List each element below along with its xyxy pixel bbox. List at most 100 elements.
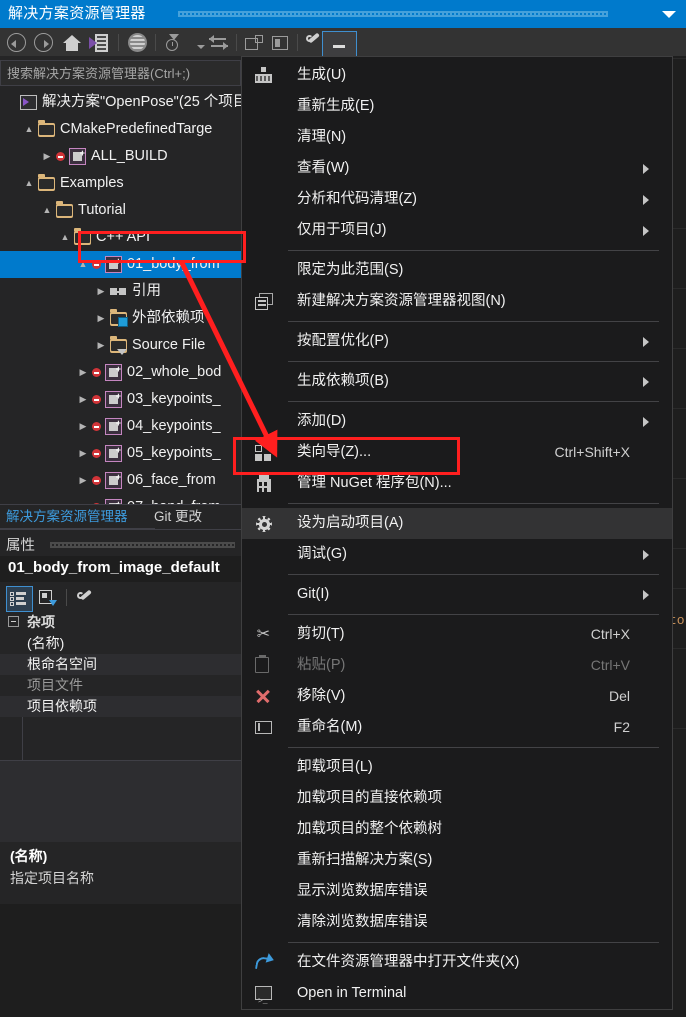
properties-object-name-row[interactable]: 01_body_from_image_default [0, 556, 241, 583]
tree-item-label: Tutorial [78, 202, 126, 218]
menu-item[interactable]: Open in Terminal [242, 978, 672, 1017]
menu-item[interactable]: 加载项目的整个依赖树 [242, 814, 672, 845]
tree-item[interactable]: ▶ +05_keypoints_ [0, 440, 241, 467]
tree-twisty-icon[interactable]: ▶ [94, 332, 108, 359]
tree-twisty-icon[interactable]: ▶ [76, 494, 90, 504]
panel-tab-strip: 解决方案资源管理器 Git 更改 [0, 504, 241, 529]
sync-with-active-document-icon[interactable] [88, 32, 109, 53]
menu-item[interactable]: 管理 NuGet 程序包(N)... [242, 468, 672, 499]
tree-item[interactable]: ▶ + ALL_BUILD [0, 143, 241, 170]
menu-item[interactable]: 限定为此范围(S) [242, 255, 672, 286]
back-icon[interactable] [6, 32, 27, 53]
menu-item[interactable]: 加载项目的直接依赖项 [242, 783, 672, 814]
menu-item[interactable]: 分析和代码清理(Z) [242, 184, 672, 215]
menu-item[interactable]: 显示浏览数据库错误 [242, 876, 672, 907]
tree-twisty-icon[interactable]: ▶ [76, 413, 90, 440]
menu-item[interactable]: 查看(W) [242, 153, 672, 184]
menu-item[interactable]: 清理(N) [242, 122, 672, 153]
menu-item[interactable]: 重新生成(E) [242, 91, 672, 122]
wrench-icon[interactable] [303, 32, 324, 53]
tree-twisty-icon[interactable]: ▲ [76, 251, 90, 278]
menu-item[interactable]: 生成(U) [242, 60, 672, 91]
menu-item-shortcut: Ctrl+Shift+X [554, 444, 630, 460]
menu-item[interactable]: 重命名(M) F2 [242, 712, 672, 743]
menu-item[interactable]: 清除浏览数据库错误 [242, 907, 672, 938]
tree-item[interactable]: ▶ 外部依赖项 [0, 305, 241, 332]
menu-item[interactable]: 新建解决方案资源管理器视图(N) [242, 286, 672, 317]
collapse-all-icon[interactable] [243, 32, 264, 53]
menu-item[interactable]: 移除(V) Del [242, 681, 672, 712]
tree-twisty-icon[interactable]: ▲ [22, 116, 36, 143]
chevron-down-icon[interactable] [662, 11, 676, 18]
tree-item[interactable]: 解决方案"OpenPose"(25 个项目 [0, 89, 241, 116]
property-row[interactable]: 根命名空间 [0, 654, 241, 675]
tree-item[interactable]: ▶ +02_whole_bod [0, 359, 241, 386]
solution-tree[interactable]: 解决方案"OpenPose"(25 个项目 ▲ CMakePredefinedTar… [0, 89, 241, 504]
menu-item[interactable]: 卸载项目(L) [242, 752, 672, 783]
tree-item[interactable]: ▶ +06_face_from [0, 467, 241, 494]
home-icon[interactable] [61, 32, 82, 53]
tree-twisty-icon[interactable]: ▶ [40, 143, 54, 170]
tree-item[interactable]: ▶ +04_keypoints_ [0, 413, 241, 440]
tree-item[interactable]: ▲ +01_body_from [0, 251, 241, 278]
menu-item[interactable]: ✂ 剪切(T) Ctrl+X [242, 619, 672, 650]
alphabetical-view-icon[interactable] [36, 586, 61, 610]
tree-twisty-icon[interactable]: ▶ [76, 440, 90, 467]
tree-item[interactable]: ▶ +03_keypoints_ [0, 386, 241, 413]
unavailable-badge-icon [92, 422, 101, 431]
menu-item[interactable]: 重新扫描解决方案(S) [242, 845, 672, 876]
unavailable-badge-icon [92, 449, 101, 458]
search-box[interactable] [0, 60, 241, 86]
tree-twisty-icon[interactable]: ▶ [76, 467, 90, 494]
collapse-icon[interactable] [8, 616, 19, 627]
tree-twisty-icon[interactable]: ▶ [94, 278, 108, 305]
tree-twisty-icon[interactable]: ▶ [76, 386, 90, 413]
project-context-menu[interactable]: 生成(U) 重新生成(E) 清理(N) 查看(W) 分析和代码清理(Z) 仅用于项目(J)… [241, 56, 673, 1017]
tab-git-changes[interactable]: Git 更改 [154, 505, 202, 529]
forward-icon[interactable] [33, 32, 54, 53]
categorized-view-icon[interactable] [6, 586, 33, 612]
menu-item[interactable]: 仅用于项目(J) [242, 215, 672, 246]
rename-icon [255, 719, 273, 737]
tree-item[interactable]: ▲ CMakePredefinedTarge [0, 116, 241, 143]
menu-item[interactable]: 设为启动项目(A) [242, 508, 672, 539]
menu-item[interactable]: Git(I) [242, 579, 672, 610]
menu-item[interactable]: 生成依赖项(B) [242, 366, 672, 397]
menu-item-label: 重新扫描解决方案(S) [297, 852, 433, 868]
property-pages-icon[interactable] [73, 586, 98, 610]
search-input[interactable] [1, 61, 240, 85]
show-all-files-icon[interactable] [127, 32, 148, 53]
menu-item[interactable]: ✦ 类向导(Z)... Ctrl+Shift+X [242, 437, 672, 468]
tree-item[interactable]: ▲ Examples [0, 170, 241, 197]
property-row[interactable]: (名称) [0, 633, 241, 654]
menu-item[interactable]: 在文件资源管理器中打开文件夹(X) [242, 947, 672, 978]
tree-item[interactable]: ▶ 引用 [0, 278, 241, 305]
property-row[interactable]: 项目依赖项 [0, 696, 241, 717]
refresh-icon[interactable] [208, 32, 229, 53]
menu-separator [288, 250, 659, 251]
tree-twisty-icon[interactable]: ▲ [58, 224, 72, 251]
properties-grid[interactable]: 杂项 (名称) 根命名空间 项目文件 项目依赖项 [0, 612, 241, 760]
minimize-button[interactable] [322, 31, 357, 57]
menu-item[interactable]: 调试(G) [242, 539, 672, 570]
tab-solution-explorer[interactable]: 解决方案资源管理器 [6, 505, 128, 529]
folder-open-icon [38, 120, 55, 138]
tree-twisty-icon[interactable]: ▶ [76, 359, 90, 386]
property-row[interactable]: 项目文件 [0, 675, 241, 696]
menu-separator [288, 321, 659, 322]
tree-item[interactable]: ▲ C++ API [0, 224, 241, 251]
view-properties-icon[interactable] [270, 32, 291, 53]
tree-item[interactable]: ▶ Source File [0, 332, 241, 359]
tree-twisty-icon[interactable]: ▶ [94, 305, 108, 332]
pending-changes-filter-icon[interactable] [163, 32, 184, 53]
tree-twisty-icon[interactable]: ▲ [40, 197, 54, 224]
tree-twisty-icon[interactable]: ▲ [22, 170, 36, 197]
properties-empty-area [0, 760, 241, 843]
unavailable-badge-icon [92, 476, 101, 485]
property-category-row[interactable]: 杂项 [0, 612, 241, 633]
tree-item[interactable]: ▲ Tutorial [0, 197, 241, 224]
submenu-arrow-icon [643, 550, 649, 560]
menu-item[interactable]: 添加(D) [242, 406, 672, 437]
menu-item[interactable]: 按配置优化(P) [242, 326, 672, 357]
tree-item[interactable]: ▶+07_hand_from [0, 494, 241, 504]
